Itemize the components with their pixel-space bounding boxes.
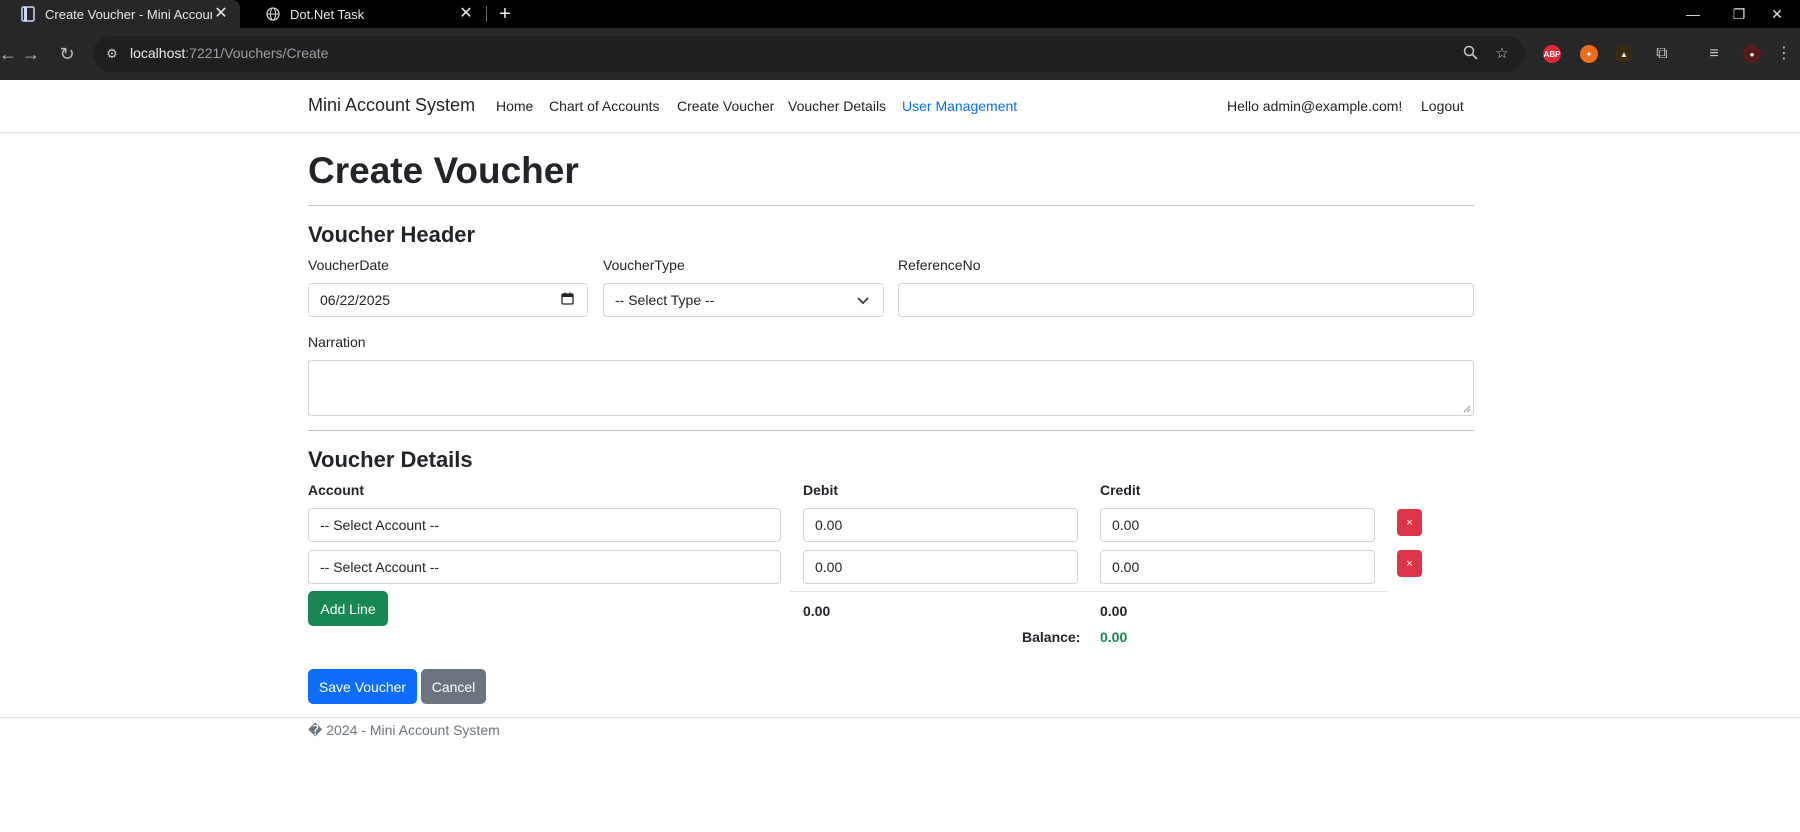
balance-label: Balance: [1022,629,1081,645]
add-line-button[interactable]: Add Line [308,591,388,626]
voucher-date-value: 06/22/2025 [320,292,391,308]
remove-line-button[interactable]: × [1397,550,1422,577]
calendar-icon[interactable] [558,292,576,308]
extension-hat-icon[interactable]: ▲ [1615,45,1633,63]
account-select-value: -- Select Account -- [320,517,440,533]
credit-value: 0.00 [1112,559,1140,575]
narration-label: Narration [308,334,366,350]
adblock-icon[interactable]: ABP [1543,45,1561,63]
total-debit: 0.00 [803,603,831,619]
url-text: localhost:7221/Vouchers/Create [130,45,329,61]
footer-divider [0,717,1800,718]
credit-column-header: Credit [1100,482,1141,498]
voucher-header-heading: Voucher Header [308,222,476,247]
document-icon [20,6,36,22]
forward-icon[interactable]: → [19,42,43,66]
extensions-puzzle-icon[interactable]: ⧉ [1651,43,1673,65]
debit-value: 0.00 [815,559,843,575]
total-credit: 0.00 [1100,603,1128,619]
zoom-icon[interactable] [1461,45,1479,63]
debit-input[interactable]: 0.00 [803,508,1078,542]
account-select[interactable]: -- Select Account -- [308,550,781,584]
bookmark-star-icon[interactable]: ☆ [1493,45,1511,63]
profile-avatar-icon[interactable]: ● [1743,45,1761,63]
balance-value: 0.00 [1100,629,1128,645]
tab-close-icon[interactable]: ✕ [457,5,475,23]
debit-column-header: Debit [803,482,838,498]
back-icon[interactable]: ← [0,42,20,66]
tab-title: Create Voucher - Mini Account [45,6,212,22]
browser-tab-strip: Create Voucher - Mini Account ✕ Dot.Net … [0,0,1800,28]
address-toolbar: ← → ↻ ⚙ localhost:7221/Vouchers/Create ☆… [0,28,1800,80]
chevron-down-icon [854,292,872,308]
brand-link[interactable]: Mini Account System [308,95,475,116]
cancel-button[interactable]: Cancel [421,669,486,704]
browser-tab-active[interactable]: Create Voucher - Mini Account ✕ [0,0,240,28]
menu-kebab-icon[interactable]: ⋮ [1773,43,1795,65]
logout-button[interactable]: Logout [1421,98,1464,114]
account-select-value: -- Select Account -- [320,559,440,575]
reload-icon[interactable]: ↻ [55,42,79,66]
account-select[interactable]: -- Select Account -- [308,508,781,542]
totals-divider [790,591,1387,592]
credit-value: 0.00 [1112,517,1140,533]
save-voucher-button[interactable]: Save Voucher [308,669,417,704]
voucher-type-select[interactable]: -- Select Type -- [603,283,884,317]
voucher-type-label: VoucherType [603,257,685,273]
credit-input[interactable]: 0.00 [1100,508,1375,542]
divider [308,205,1474,206]
account-column-header: Account [308,482,364,498]
close-icon: × [1406,516,1413,529]
minimize-icon[interactable]: — [1670,0,1716,28]
debit-value: 0.00 [815,517,843,533]
nav-voucher-details[interactable]: Voucher Details [788,98,886,114]
nav-chart-of-accounts[interactable]: Chart of Accounts [549,98,660,114]
voucher-type-value: -- Select Type -- [615,292,715,308]
tab-separator [486,6,487,22]
divider [308,430,1474,431]
credit-input[interactable]: 0.00 [1100,550,1375,584]
close-icon: × [1406,557,1413,570]
reference-no-label: ReferenceNo [898,257,981,273]
debit-input[interactable]: 0.00 [803,550,1078,584]
resize-handle-icon[interactable] [1463,405,1471,413]
tab-close-icon[interactable]: ✕ [212,5,230,23]
media-queue-icon[interactable]: ≡ [1703,43,1725,65]
user-greeting[interactable]: Hello admin@example.com! [1227,98,1402,114]
nav-create-voucher[interactable]: Create Voucher [677,98,774,114]
voucher-date-label: VoucherDate [308,257,389,273]
footer-copyright: � 2024 - Mini Account System [308,722,500,738]
remove-line-button[interactable]: × [1397,509,1422,536]
voucher-details-heading: Voucher Details [308,447,473,472]
nav-user-management[interactable]: User Management [902,98,1017,114]
tab-title: Dot.Net Task [290,6,365,22]
browser-tab-inactive[interactable]: Dot.Net Task ✕ [245,0,485,28]
site-info-icon[interactable]: ⚙ [103,45,121,63]
nav-home[interactable]: Home [496,98,533,114]
adblock-label: ABP [1543,49,1561,59]
globe-icon [265,6,281,22]
window-close-icon[interactable]: ✕ [1754,0,1800,28]
address-bar[interactable]: ⚙ localhost:7221/Vouchers/Create ☆ [93,36,1525,72]
page-title: Create Voucher [308,150,579,191]
new-tab-icon[interactable]: + [493,2,517,26]
site-navbar: Mini Account System Home Chart of Accoun… [0,80,1800,133]
extension-flame-icon[interactable]: ✦ [1580,45,1598,63]
voucher-date-input[interactable]: 06/22/2025 [308,283,588,317]
reference-no-input[interactable] [898,283,1474,317]
narration-textarea[interactable] [308,360,1474,416]
